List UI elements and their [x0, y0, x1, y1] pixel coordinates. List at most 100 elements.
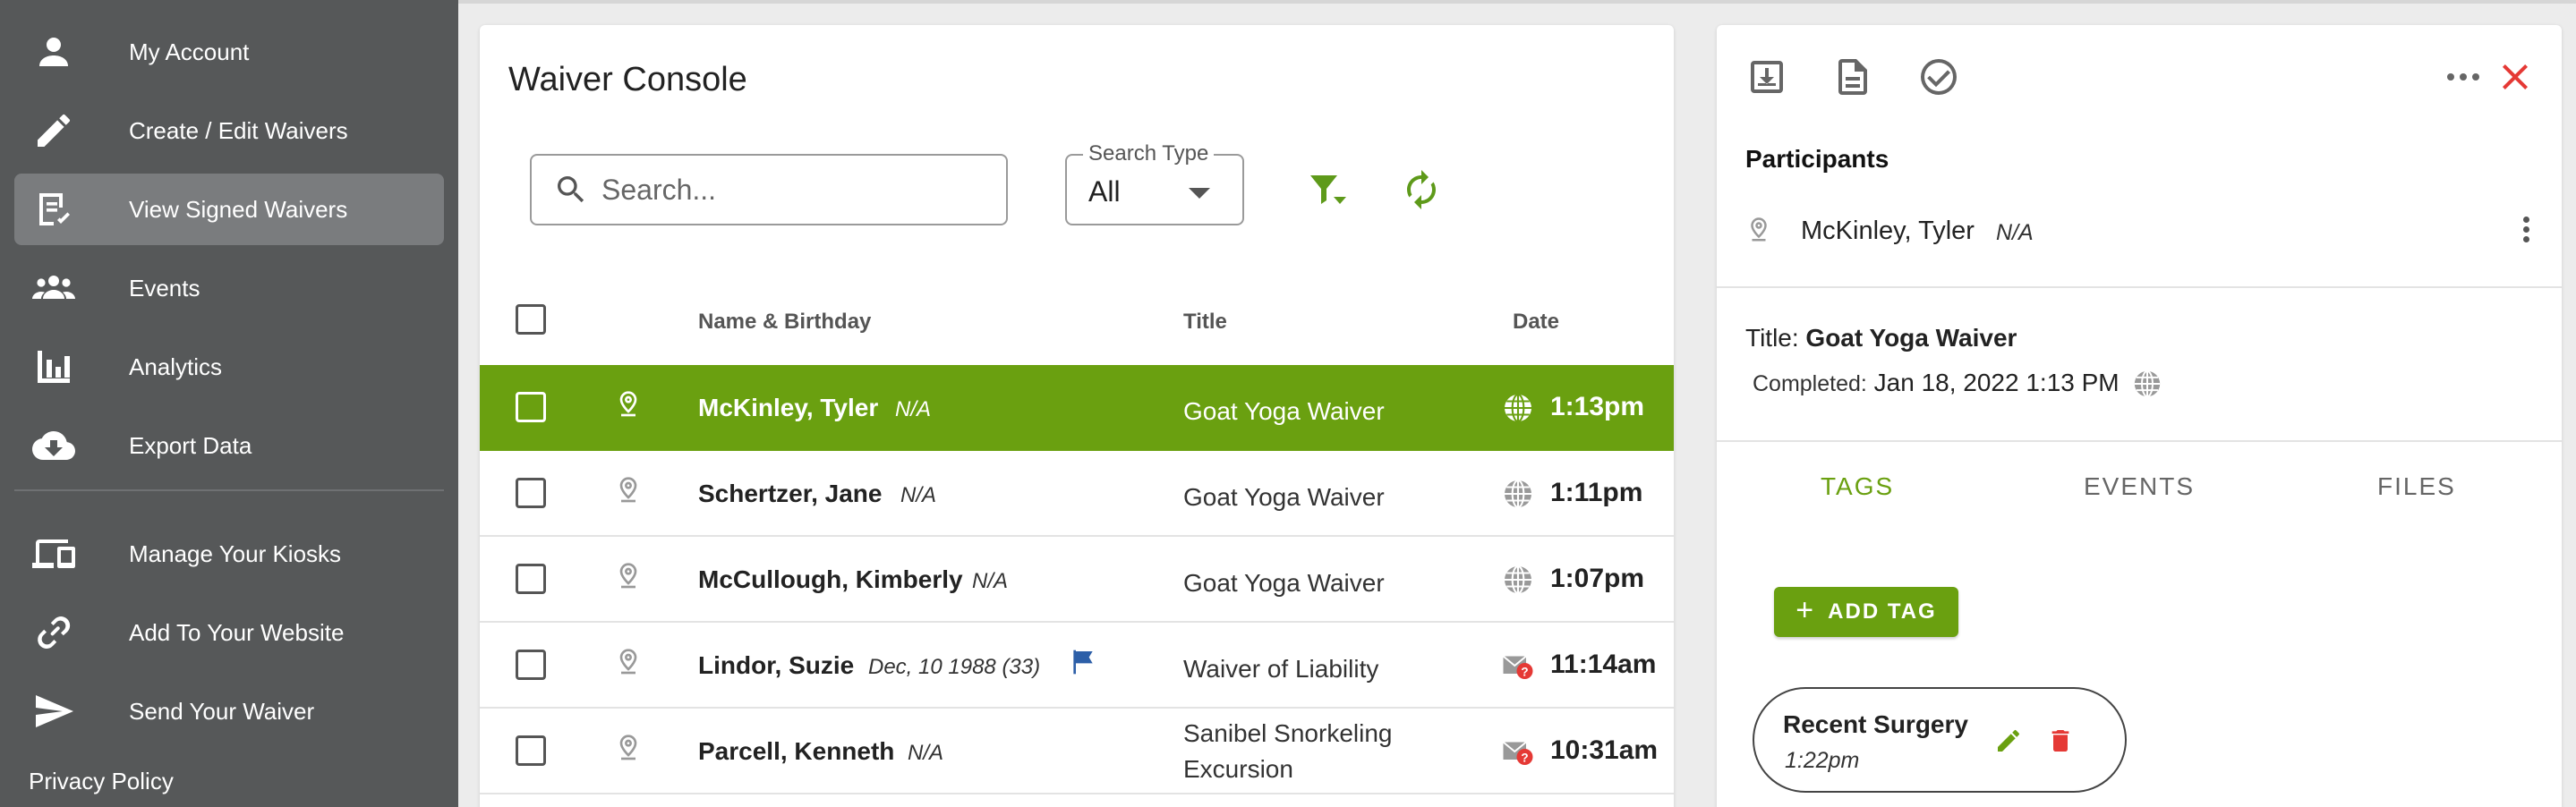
waiver-title: Waiver of Liability	[1183, 655, 1379, 683]
search-type-label: Search Type	[1083, 141, 1215, 166]
cloud-download-icon	[29, 420, 79, 471]
check-circle-icon[interactable]	[1917, 55, 1960, 98]
sidebar-divider	[14, 489, 444, 491]
participant-birthday: N/A	[908, 741, 944, 765]
search-box	[530, 154, 1008, 225]
waiver-title-line: Title: Goat Yoga Waiver	[1745, 324, 2017, 353]
completed-label: Completed:	[1753, 371, 1867, 396]
signed-time: 1:13pm	[1550, 392, 1645, 421]
filter-icon	[1310, 175, 1346, 204]
location-pin-icon	[614, 562, 643, 590]
location-pin-icon	[614, 476, 643, 505]
svg-text:?: ?	[1521, 665, 1528, 678]
row-checkbox[interactable]	[516, 564, 546, 594]
completed-value: Jan 18, 2022 1:13 PM	[1873, 369, 2120, 396]
participant-name: McKinley, Tyler	[698, 394, 879, 421]
row-checkbox[interactable]	[516, 650, 546, 680]
sidebar: My Account Create / Edit Waivers View Si…	[0, 0, 458, 807]
plus-icon: +	[1796, 592, 1816, 627]
globe-icon	[1502, 478, 1534, 510]
table-row[interactable]: Schertzer, Jane N/A Goat Yoga Waiver 1:1…	[480, 451, 1674, 537]
sidebar-item-send-your-waiver[interactable]: Send Your Waiver	[14, 675, 444, 747]
sidebar-item-label: Add To Your Website	[129, 618, 345, 646]
sidebar-item-create-edit-waivers[interactable]: Create / Edit Waivers	[14, 95, 444, 166]
edit-icon[interactable]	[1994, 726, 2023, 755]
participant-birthday: Dec, 10 1988 (33)	[868, 655, 1041, 679]
refresh-button[interactable]	[1393, 161, 1450, 218]
document-icon[interactable]	[1831, 55, 1874, 98]
completed-line: Completed: Jan 18, 2022 1:13 PM	[1753, 369, 2120, 397]
more-horizontal-icon[interactable]	[2442, 55, 2485, 98]
delete-icon[interactable]	[2046, 726, 2075, 755]
table-row[interactable]: Parcell, Kenneth N/A Sanibel Snorkeling …	[480, 709, 1674, 794]
participant-birthday: N/A	[895, 397, 932, 421]
email-question-icon: ?	[1502, 650, 1534, 682]
sidebar-item-export-data[interactable]: Export Data	[14, 410, 444, 481]
participant-birthday: N/A	[1996, 220, 2034, 245]
select-all-checkbox[interactable]	[516, 304, 546, 335]
filter-button[interactable]	[1298, 161, 1355, 218]
group-icon	[29, 263, 79, 313]
location-pin-icon	[614, 734, 643, 762]
sidebar-item-label: Manage Your Kiosks	[129, 539, 342, 567]
globe-icon	[1502, 392, 1534, 424]
tag-chip: Recent Surgery 1:22pm	[1753, 687, 2127, 793]
flag-icon[interactable]	[1069, 648, 1097, 676]
sidebar-item-add-to-your-website[interactable]: Add To Your Website	[14, 597, 444, 668]
page-title: Waiver Console	[508, 61, 747, 98]
waiver-console: Waiver Console Search Type All Name & Bi…	[480, 25, 1674, 807]
download-icon[interactable]	[1745, 55, 1788, 98]
divider	[1717, 440, 2562, 442]
devices-icon	[29, 529, 79, 579]
participant-name: Schertzer, Jane	[698, 480, 883, 507]
search-type-value: All	[1088, 175, 1121, 208]
close-icon[interactable]	[2494, 55, 2537, 98]
tab-tags[interactable]: TAGS	[1821, 472, 1894, 501]
sidebar-item-label: Analytics	[129, 353, 223, 380]
waiver-detail-panel: Participants McKinley, Tyler N/A Title: …	[1717, 25, 2562, 807]
participant-name: McKinley, Tyler	[1801, 217, 1975, 245]
column-header-title[interactable]: Title	[1183, 310, 1227, 335]
row-checkbox[interactable]	[516, 392, 546, 422]
column-header-date[interactable]: Date	[1513, 310, 1559, 335]
sidebar-item-analytics[interactable]: Analytics	[14, 331, 444, 403]
location-pin-icon	[614, 390, 643, 419]
participant-menu-button[interactable]	[2517, 213, 2535, 249]
tab-files[interactable]: FILES	[2377, 472, 2456, 501]
table-row[interactable]: Lindor, Suzie Dec, 10 1988 (33) Waiver o…	[480, 623, 1674, 709]
search-input[interactable]	[601, 163, 986, 217]
pencil-icon	[29, 106, 79, 156]
globe-icon	[1502, 564, 1534, 596]
signed-document-icon	[29, 184, 79, 234]
waiver-title: Goat Yoga Waiver	[1183, 397, 1385, 425]
sidebar-item-label: View Signed Waivers	[129, 195, 348, 223]
sidebar-item-my-account[interactable]: My Account	[14, 16, 444, 88]
signed-time: 11:14am	[1550, 650, 1657, 679]
participant-birthday: N/A	[900, 483, 937, 507]
location-pin-icon	[614, 648, 643, 676]
column-header-name[interactable]: Name & Birthday	[698, 310, 871, 335]
send-icon	[29, 686, 79, 736]
participants-heading: Participants	[1745, 145, 1889, 173]
sidebar-item-events[interactable]: Events	[14, 252, 444, 324]
privacy-policy-link[interactable]: Privacy Policy	[29, 768, 174, 795]
sidebar-item-label: Send Your Waiver	[129, 697, 315, 725]
row-checkbox[interactable]	[516, 735, 546, 766]
caret-down-icon	[1189, 188, 1210, 199]
sidebar-item-manage-your-kiosks[interactable]: Manage Your Kiosks	[14, 518, 444, 590]
waiver-title: Goat Yoga Waiver	[1183, 569, 1385, 597]
bar-chart-icon	[29, 342, 79, 392]
tag-name: Recent Surgery	[1783, 710, 1968, 738]
search-type-select[interactable]: Search Type All	[1065, 141, 1244, 225]
add-tag-label: ADD TAG	[1828, 599, 1937, 624]
refresh-icon	[1407, 170, 1436, 209]
row-checkbox[interactable]	[516, 478, 546, 508]
signed-time: 1:11pm	[1550, 478, 1643, 507]
sidebar-item-view-signed-waivers[interactable]: View Signed Waivers	[14, 174, 444, 245]
waiver-title: Goat Yoga Waiver	[1183, 483, 1385, 511]
sidebar-item-label: My Account	[129, 38, 250, 65]
tab-events[interactable]: EVENTS	[2084, 472, 2195, 501]
add-tag-button[interactable]: + ADD TAG	[1774, 587, 1958, 637]
table-row[interactable]: McKinley, Tyler N/A Goat Yoga Waiver 1:1…	[480, 365, 1674, 451]
table-row[interactable]: McCullough, Kimberly N/A Goat Yoga Waive…	[480, 537, 1674, 623]
